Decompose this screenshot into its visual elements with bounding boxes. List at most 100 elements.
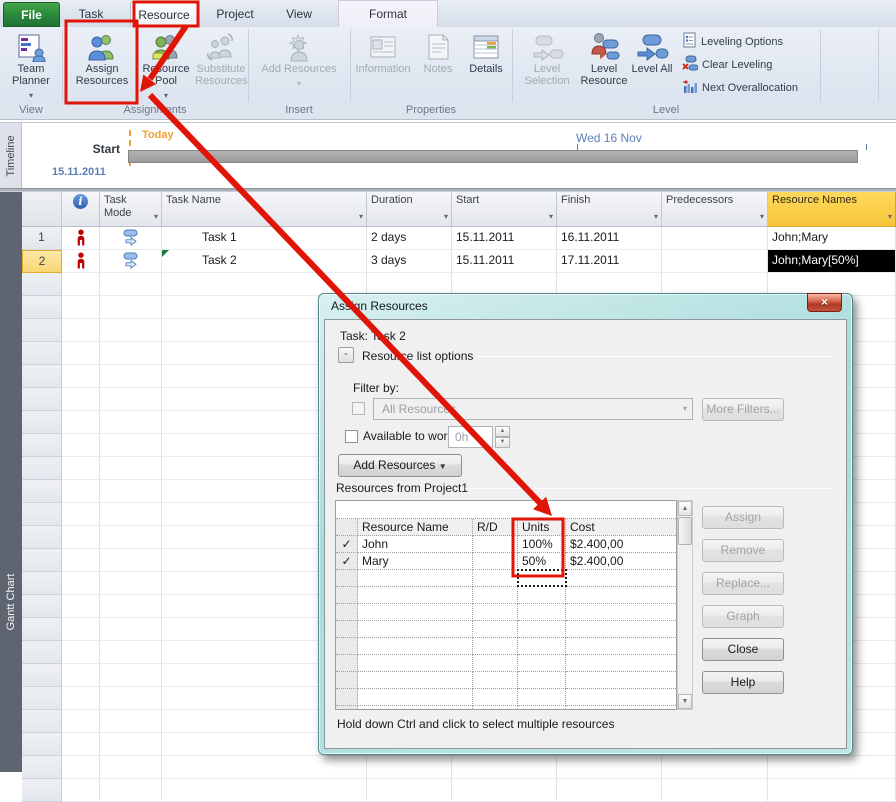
- empty-resource-row[interactable]: [336, 587, 676, 604]
- scroll-down-icon[interactable]: ▼: [678, 694, 692, 709]
- row-number[interactable]: 1: [22, 227, 62, 250]
- task-name-cell[interactable]: Task 1: [162, 227, 367, 250]
- empty-resource-row[interactable]: [336, 570, 676, 587]
- collapse-button[interactable]: -: [338, 347, 354, 363]
- spinner-up-icon[interactable]: ▲: [495, 426, 510, 437]
- column-header-task-name[interactable]: Task Name▾: [162, 192, 367, 227]
- level-resource-button[interactable]: Level Resource: [580, 29, 628, 101]
- leveling-options-button[interactable]: Leveling Options: [682, 31, 783, 52]
- empty-resource-row[interactable]: [336, 621, 676, 638]
- filter-arrow-icon[interactable]: ▾: [359, 210, 363, 223]
- available-to-work-checkbox[interactable]: [345, 430, 358, 443]
- resource-names-cell[interactable]: John;Mary: [768, 227, 896, 250]
- team-planner-button[interactable]: Team Planner ▾: [2, 29, 60, 101]
- column-header-units[interactable]: Units: [518, 519, 566, 536]
- empty-grid-row[interactable]: [22, 756, 896, 779]
- filter-combobox[interactable]: All Resources ▾: [373, 398, 693, 420]
- selected-units-cell[interactable]: [517, 569, 567, 587]
- empty-resource-row[interactable]: [336, 638, 676, 655]
- close-button[interactable]: ×: [807, 293, 842, 312]
- level-all-button[interactable]: Level All: [630, 29, 674, 101]
- dialog-resource-table[interactable]: Resource Name R/D Units Cost ✓ John 100%…: [335, 500, 677, 710]
- resource-names-cell-selected[interactable]: John;Mary[50%]: [768, 250, 896, 273]
- dialog-body: Task: Task 2 - Resource list options Fil…: [324, 319, 847, 749]
- scrollbar-thumb[interactable]: [678, 517, 692, 545]
- tab-file[interactable]: File: [3, 2, 60, 27]
- predecessors-cell[interactable]: [662, 227, 768, 250]
- replace-button[interactable]: Replace...: [702, 572, 784, 595]
- empty-resource-row[interactable]: [336, 689, 676, 706]
- notes-button: Notes: [416, 29, 460, 101]
- column-header-predecessors[interactable]: Predecessors▾: [662, 192, 768, 227]
- overallocation-indicator-icon: [62, 250, 100, 273]
- filter-arrow-icon[interactable]: ▾: [760, 210, 764, 223]
- scroll-up-icon[interactable]: ▲: [678, 501, 692, 516]
- details-button[interactable]: Details: [462, 29, 510, 101]
- filter-arrow-icon[interactable]: ▾: [888, 210, 892, 223]
- task-name-cell[interactable]: Task 2: [162, 250, 367, 273]
- close-dialog-button[interactable]: Close: [702, 638, 784, 661]
- table-scrollbar[interactable]: ▲ ▼: [677, 500, 693, 710]
- filter-checkbox[interactable]: [352, 402, 365, 415]
- tab-view[interactable]: View: [272, 2, 326, 27]
- next-overallocation-button[interactable]: Next Overallocation: [682, 77, 798, 98]
- tab-task[interactable]: Task: [64, 2, 118, 27]
- empty-resource-row[interactable]: [336, 672, 676, 689]
- filter-arrow-icon[interactable]: ▾: [654, 210, 658, 223]
- resource-row-mary[interactable]: ✓ Mary 50% $2.400,00: [336, 553, 676, 570]
- information-icon: [352, 29, 414, 63]
- empty-resource-row[interactable]: [336, 706, 676, 710]
- work-amount-field[interactable]: 0h: [448, 426, 493, 448]
- table-row-task-2[interactable]: 2 Task 2 3 days 15.11.2011 17.11.2011 Jo…: [22, 250, 896, 273]
- clear-leveling-button[interactable]: Clear Leveling: [682, 54, 772, 75]
- column-header-finish[interactable]: Finish▾: [557, 192, 662, 227]
- column-header-rd[interactable]: R/D: [473, 519, 518, 536]
- assign-resources-button[interactable]: Assign Resources: [67, 29, 137, 101]
- indicators-column-header[interactable]: i: [62, 192, 100, 227]
- timeline-bar[interactable]: [128, 150, 858, 163]
- dialog-task-label: Task: Task 2: [340, 329, 406, 343]
- filter-arrow-icon[interactable]: ▾: [549, 210, 553, 223]
- finish-cell[interactable]: 16.11.2011: [557, 227, 662, 250]
- graph-button[interactable]: Graph: [702, 605, 784, 628]
- finish-cell[interactable]: 17.11.2011: [557, 250, 662, 273]
- team-planner-icon: [2, 29, 60, 63]
- tab-resource[interactable]: Resource: [130, 2, 198, 27]
- gantt-chart-pane-tab[interactable]: Gantt Chart: [0, 192, 22, 772]
- select-all-header[interactable]: [22, 192, 62, 227]
- column-header-start[interactable]: Start▾: [452, 192, 557, 227]
- tab-format[interactable]: Format: [338, 0, 438, 27]
- empty-grid-row[interactable]: [22, 779, 896, 802]
- add-resources-dialog-button[interactable]: Add Resources ▼: [338, 454, 462, 477]
- remove-button[interactable]: Remove: [702, 539, 784, 562]
- resource-pool-button[interactable]: Resource Pool ▾: [138, 29, 194, 101]
- tab-project[interactable]: Project: [204, 2, 266, 27]
- group-label-assignments: Assignments: [62, 104, 248, 116]
- column-header-task-mode[interactable]: Task Mode▾: [100, 192, 162, 227]
- predecessors-cell[interactable]: [662, 250, 768, 273]
- start-cell[interactable]: 15.11.2011: [452, 227, 557, 250]
- info-icon: i: [73, 194, 88, 209]
- column-header-duration[interactable]: Duration▾: [367, 192, 452, 227]
- filter-arrow-icon[interactable]: ▾: [154, 210, 158, 223]
- column-header-resource-name[interactable]: Resource Name: [358, 519, 473, 536]
- spinner-down-icon[interactable]: ▼: [495, 437, 510, 448]
- column-header-cost[interactable]: Cost: [566, 519, 676, 536]
- duration-cell[interactable]: 2 days: [367, 227, 452, 250]
- work-amount-spinner[interactable]: ▲ ▼: [495, 426, 510, 448]
- assign-button[interactable]: Assign: [702, 506, 784, 529]
- duration-cell[interactable]: 3 days: [367, 250, 452, 273]
- timeline-pane-tab[interactable]: Timeline: [0, 123, 22, 188]
- empty-resource-row[interactable]: [336, 604, 676, 621]
- filter-arrow-icon[interactable]: ▾: [444, 210, 448, 223]
- row-number-selected[interactable]: 2: [22, 250, 62, 273]
- column-header-resource-names[interactable]: Resource Names▾: [768, 192, 896, 227]
- level-selection-icon: [516, 29, 578, 63]
- empty-resource-row[interactable]: [336, 655, 676, 672]
- help-button[interactable]: Help: [702, 671, 784, 694]
- notes-icon: [416, 29, 460, 63]
- resource-row-john[interactable]: ✓ John 100% $2.400,00: [336, 536, 676, 553]
- table-row-task-1[interactable]: 1 Task 1 2 days 15.11.2011 16.11.2011 Jo…: [22, 227, 896, 250]
- more-filters-button[interactable]: More Filters...: [702, 398, 784, 421]
- start-cell[interactable]: 15.11.2011: [452, 250, 557, 273]
